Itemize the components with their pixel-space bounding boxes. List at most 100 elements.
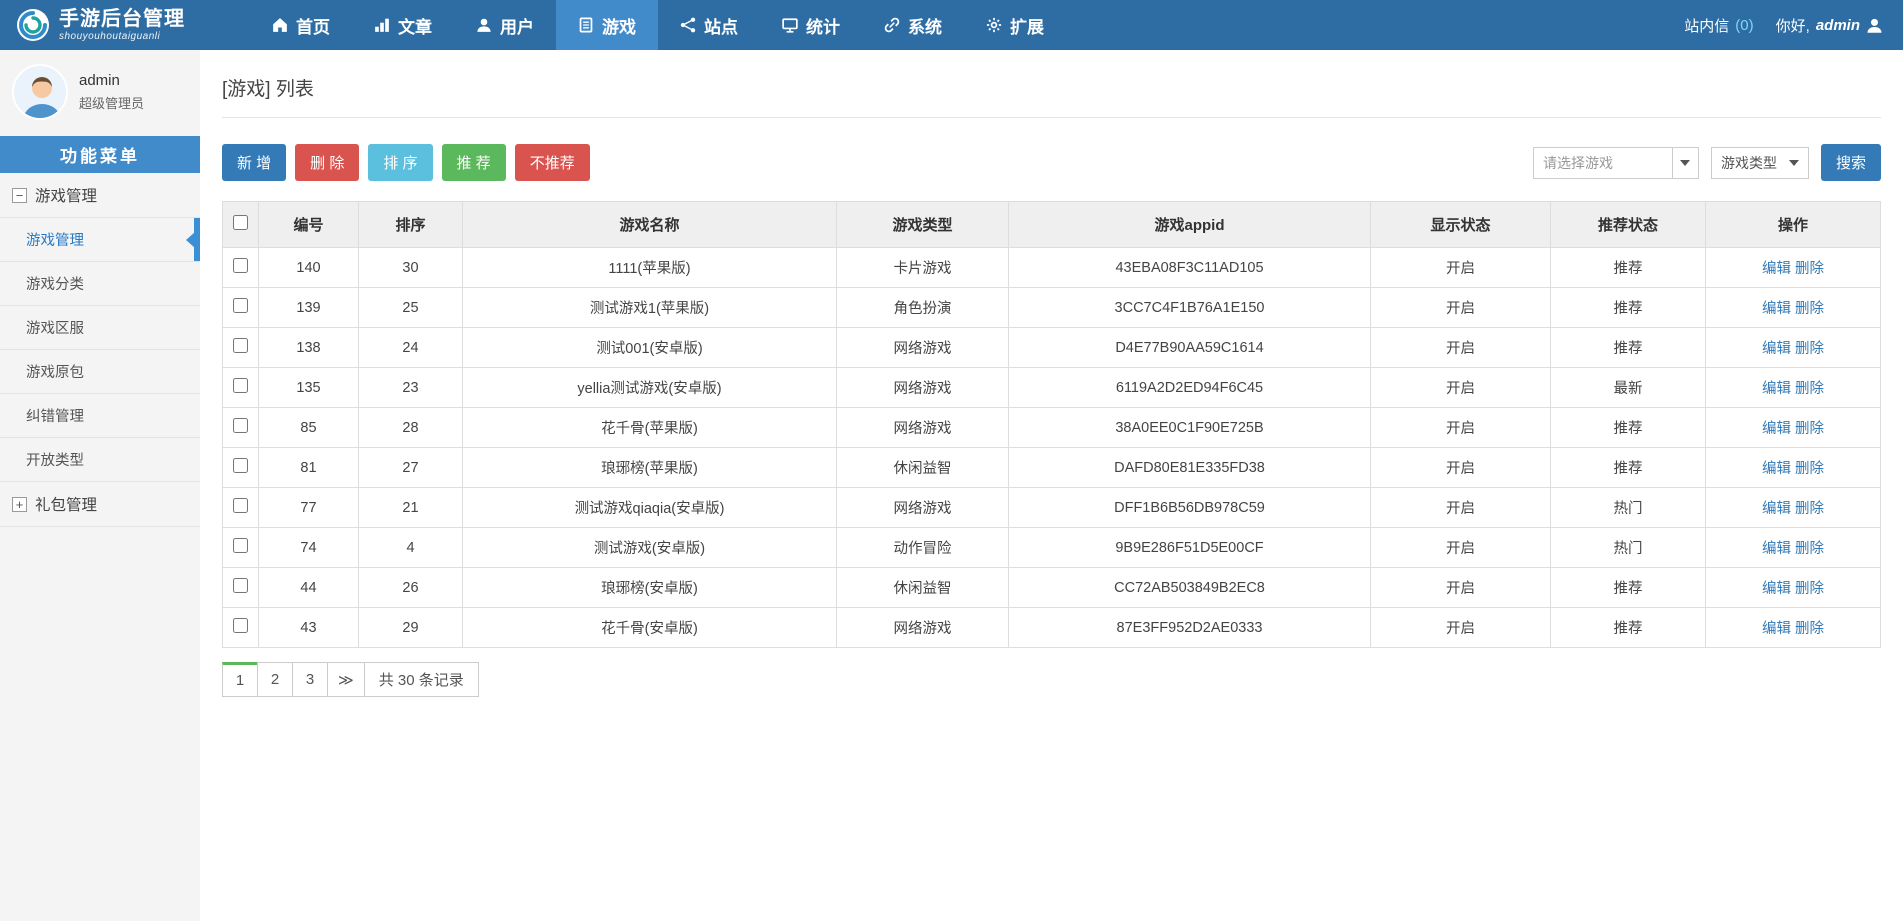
- search-button[interactable]: 搜索: [1821, 144, 1881, 181]
- link-icon: [884, 17, 900, 33]
- row-checkbox[interactable]: [233, 578, 248, 593]
- not-recommend-button[interactable]: 不推荐: [515, 144, 590, 181]
- cell-id: 85: [259, 408, 359, 448]
- game-select[interactable]: 请选择游戏: [1533, 147, 1699, 179]
- delete-link[interactable]: 删除: [1795, 301, 1824, 317]
- row-select-cell: [223, 488, 259, 528]
- delete-link[interactable]: 删除: [1795, 501, 1824, 517]
- nav-item-articles[interactable]: 文章: [352, 0, 454, 50]
- edit-link[interactable]: 编辑: [1762, 301, 1791, 317]
- row-checkbox[interactable]: [233, 338, 248, 353]
- top-navbar: 手游后台管理 shouyouhoutaiguanli 首页 文章 用户 游戏 站…: [0, 0, 1903, 50]
- page-button-1[interactable]: 1: [222, 662, 258, 697]
- sidebar-item-game-categories[interactable]: 游戏分类: [0, 262, 200, 306]
- type-select[interactable]: 游戏类型: [1711, 147, 1809, 179]
- sidebar-section-game-management[interactable]: − 游戏管理: [0, 173, 200, 218]
- row-select-cell: [223, 408, 259, 448]
- column-header-type: 游戏类型: [837, 202, 1009, 248]
- sidebar-item-game-packages[interactable]: 游戏原包: [0, 350, 200, 394]
- nav-item-label: 系统: [908, 13, 942, 38]
- delete-link[interactable]: 删除: [1795, 381, 1824, 397]
- sidebar-item-game-servers[interactable]: 游戏区服: [0, 306, 200, 350]
- edit-link[interactable]: 编辑: [1762, 421, 1791, 437]
- nav-item-extensions[interactable]: 扩展: [964, 0, 1066, 50]
- cell-sort: 24: [359, 328, 463, 368]
- avatar: [12, 64, 68, 120]
- next-page-button[interactable]: ≫: [327, 662, 365, 697]
- header-row: 编号 排序 游戏名称 游戏类型 游戏appid 显示状态 推荐状态 操作: [223, 202, 1881, 248]
- sidebar: admin 超级管理员 功能菜单 − 游戏管理 游戏管理 游戏分类 游戏区服 游…: [0, 50, 200, 921]
- cell-display: 开启: [1371, 328, 1551, 368]
- row-actions-cell: 编辑 删除: [1706, 448, 1881, 488]
- page-button-3[interactable]: 3: [292, 662, 328, 697]
- nav-item-label: 统计: [806, 13, 840, 38]
- row-checkbox[interactable]: [233, 298, 248, 313]
- sidebar-item-error-management[interactable]: 纠错管理: [0, 394, 200, 438]
- recommend-button[interactable]: 推 荐: [442, 144, 506, 181]
- monitor-icon: [782, 17, 798, 33]
- nav-item-system[interactable]: 系统: [862, 0, 964, 50]
- cell-sort: 4: [359, 528, 463, 568]
- game-select-dropdown-button[interactable]: [1673, 147, 1699, 179]
- delete-link[interactable]: 删除: [1795, 621, 1824, 637]
- cell-sort: 26: [359, 568, 463, 608]
- row-checkbox[interactable]: [233, 498, 248, 513]
- select-all-checkbox[interactable]: [233, 215, 248, 230]
- user-menu[interactable]: 你好, admin: [1776, 15, 1883, 36]
- edit-link[interactable]: 编辑: [1762, 261, 1791, 277]
- edit-link[interactable]: 编辑: [1762, 501, 1791, 517]
- row-select-cell: [223, 248, 259, 288]
- row-select-cell: [223, 368, 259, 408]
- row-checkbox[interactable]: [233, 538, 248, 553]
- sidebar-item-open-types[interactable]: 开放类型: [0, 438, 200, 482]
- delete-link[interactable]: 删除: [1795, 461, 1824, 477]
- page-button-2[interactable]: 2: [257, 662, 293, 697]
- cell-display: 开启: [1371, 288, 1551, 328]
- edit-link[interactable]: 编辑: [1762, 581, 1791, 597]
- nav-item-label: 游戏: [602, 13, 636, 38]
- nav-item-games[interactable]: 游戏: [556, 0, 658, 50]
- main-nav: 首页 文章 用户 游戏 站点 统计 系统 扩展: [250, 0, 1066, 50]
- logo-texts: 手游后台管理 shouyouhoutaiguanli: [59, 9, 185, 42]
- cell-display: 开启: [1371, 488, 1551, 528]
- row-checkbox[interactable]: [233, 418, 248, 433]
- edit-link[interactable]: 编辑: [1762, 541, 1791, 557]
- add-button[interactable]: 新 增: [222, 144, 286, 181]
- edit-link[interactable]: 编辑: [1762, 381, 1791, 397]
- nav-item-users[interactable]: 用户: [454, 0, 556, 50]
- messages-link[interactable]: 站内信 (0): [1684, 15, 1753, 36]
- row-select-cell: [223, 328, 259, 368]
- nav-item-sites[interactable]: 站点: [658, 0, 760, 50]
- row-checkbox[interactable]: [233, 618, 248, 633]
- row-checkbox[interactable]: [233, 258, 248, 273]
- edit-link[interactable]: 编辑: [1762, 621, 1791, 637]
- sort-button[interactable]: 排 序: [368, 144, 432, 181]
- delete-link[interactable]: 删除: [1795, 541, 1824, 557]
- nav-item-home[interactable]: 首页: [250, 0, 352, 50]
- table-row: 13824测试001(安卓版)网络游戏D4E77B90AA59C1614开启推荐…: [223, 328, 1881, 368]
- cell-recommend: 推荐: [1551, 608, 1706, 648]
- sidebar-section-gift-management[interactable]: + 礼包管理: [0, 482, 200, 527]
- delete-link[interactable]: 删除: [1795, 581, 1824, 597]
- cell-name: 测试001(安卓版): [463, 328, 837, 368]
- table-row: 140301111(苹果版)卡片游戏43EBA08F3C11AD105开启推荐编…: [223, 248, 1881, 288]
- cell-type: 动作冒险: [837, 528, 1009, 568]
- chart-icon: [374, 17, 390, 33]
- cell-id: 140: [259, 248, 359, 288]
- edit-link[interactable]: 编辑: [1762, 341, 1791, 357]
- delete-link[interactable]: 删除: [1795, 341, 1824, 357]
- delete-link[interactable]: 删除: [1795, 261, 1824, 277]
- row-select-cell: [223, 448, 259, 488]
- edit-link[interactable]: 编辑: [1762, 461, 1791, 477]
- row-checkbox[interactable]: [233, 378, 248, 393]
- row-checkbox[interactable]: [233, 458, 248, 473]
- delete-link[interactable]: 删除: [1795, 421, 1824, 437]
- cell-id: 135: [259, 368, 359, 408]
- delete-button[interactable]: 删 除: [295, 144, 359, 181]
- cell-appid: 9B9E286F51D5E00CF: [1009, 528, 1371, 568]
- table-row: 8127琅琊榜(苹果版)休闲益智DAFD80E81E335FD38开启推荐编辑 …: [223, 448, 1881, 488]
- nav-item-statistics[interactable]: 统计: [760, 0, 862, 50]
- sidebar-item-game-management[interactable]: 游戏管理: [0, 218, 200, 262]
- games-table-body: 140301111(苹果版)卡片游戏43EBA08F3C11AD105开启推荐编…: [223, 248, 1881, 648]
- row-actions-cell: 编辑 删除: [1706, 568, 1881, 608]
